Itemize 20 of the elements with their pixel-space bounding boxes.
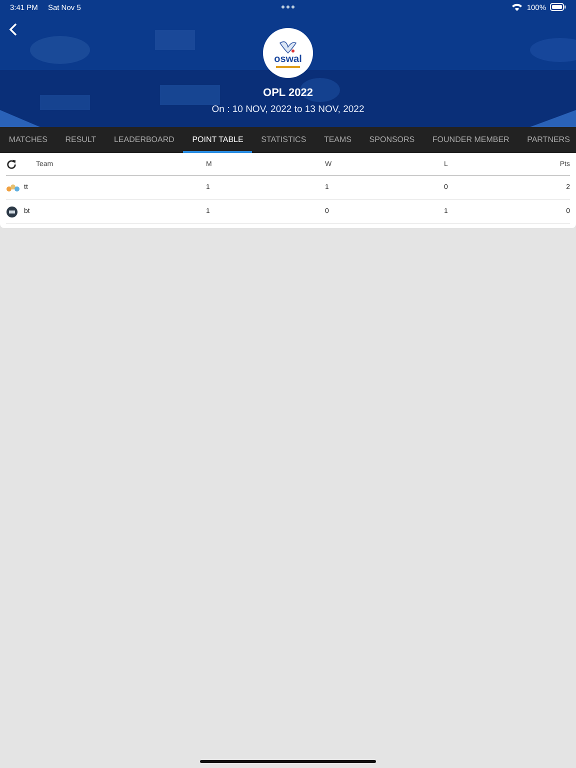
tournament-dates: On : 10 NOV, 2022 to 13 NOV, 2022 [212,104,364,115]
tab[interactable]: STATISTICS [252,127,316,153]
logo-stripe [276,66,300,68]
refresh-icon[interactable] [6,158,17,170]
tab[interactable]: SPONSORS [360,127,424,153]
bird-icon [278,38,298,54]
tab[interactable]: TEAMS [315,127,360,153]
tab[interactable]: LEADERBOARD [105,127,184,153]
tab[interactable]: RESULT [56,127,106,153]
tournament-title: OPL 2022 [263,87,313,99]
team-logo-icon [6,184,20,192]
battery-icon [550,3,566,11]
logo-text: oswal [274,54,302,64]
multitasking-dots-icon[interactable] [281,5,295,9]
tab[interactable]: PARTNERS [518,127,576,153]
back-icon[interactable] [9,23,17,36]
tab[interactable]: FOUNDER MEMBER [424,127,518,153]
tab[interactable]: MATCHES [0,127,56,153]
wifi-icon [512,3,522,11]
team-logo-icon [6,206,18,218]
